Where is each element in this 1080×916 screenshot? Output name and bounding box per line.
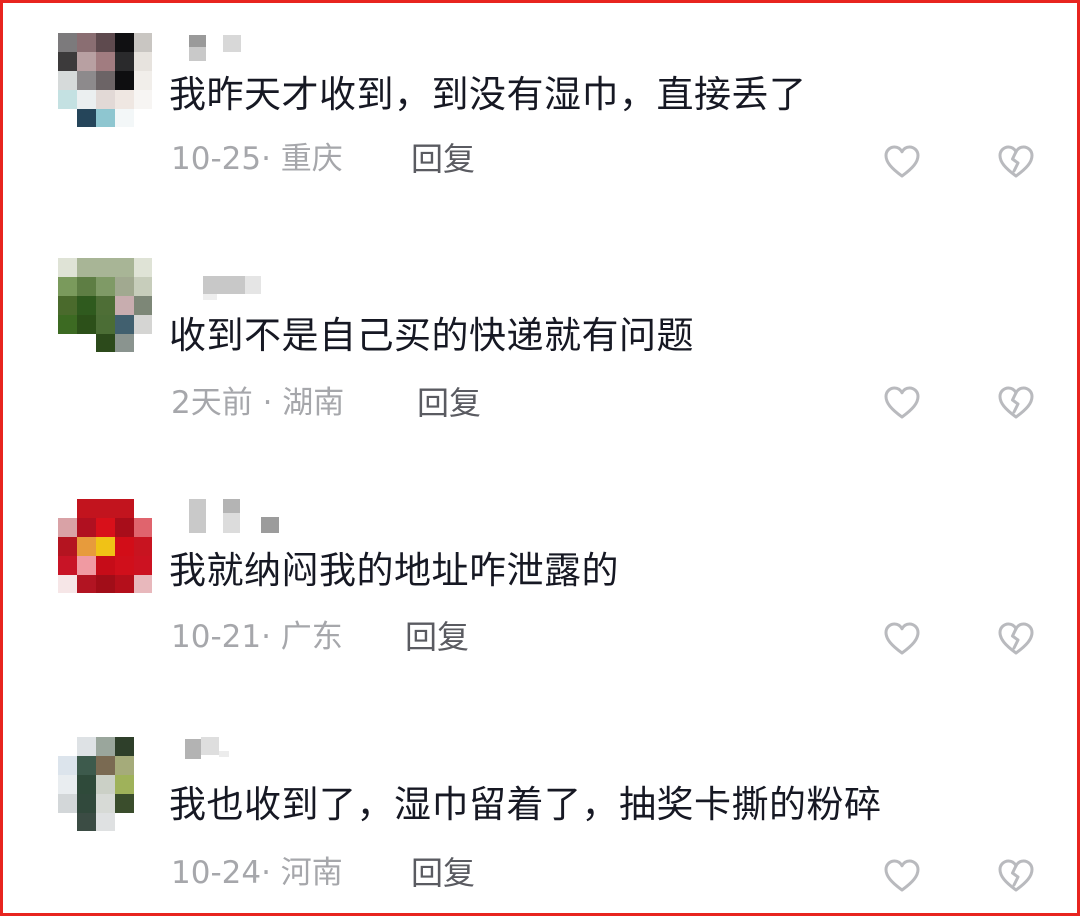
comment-item: 我昨天才收到，到没有湿巾，直接丢了 10-25· 重庆 回复 <box>3 3 1077 203</box>
avatar[interactable] <box>58 33 152 127</box>
username-blurred[interactable] <box>189 499 289 533</box>
broken-heart-icon <box>998 622 1034 655</box>
comment-item: 收到不是自己买的快递就有问题 2天前 · 湖南 回复 <box>3 240 1077 440</box>
dislike-button[interactable] <box>996 856 1036 896</box>
comment-item: 我也收到了，湿巾留着了，抽奖卡撕的粉碎 10-24· 河南 回复 <box>3 707 1077 907</box>
broken-heart-icon <box>998 145 1034 178</box>
reply-button[interactable]: 回复 <box>411 853 475 893</box>
like-button[interactable] <box>882 856 922 896</box>
comment-item: 我就纳闷我的地址咋泄露的 10-21· 广东 回复 <box>3 469 1077 669</box>
reply-button[interactable]: 回复 <box>417 383 481 423</box>
comment-text: 我就纳闷我的地址咋泄露的 <box>169 549 619 592</box>
avatar[interactable] <box>58 737 152 831</box>
heart-icon <box>884 386 920 419</box>
username-blurred[interactable] <box>203 276 303 306</box>
like-button[interactable] <box>882 383 922 423</box>
username-blurred[interactable] <box>185 737 285 767</box>
comment-text: 我也收到了，湿巾留着了，抽奖卡撕的粉碎 <box>169 783 882 826</box>
broken-heart-icon <box>998 386 1034 419</box>
heart-icon <box>884 622 920 655</box>
comment-text: 我昨天才收到，到没有湿巾，直接丢了 <box>169 73 807 116</box>
comment-section-frame: 我昨天才收到，到没有湿巾，直接丢了 10-25· 重庆 回复 收到不是自己买的快… <box>0 0 1080 916</box>
comment-meta: 10-24· 河南 <box>171 855 343 891</box>
like-button[interactable] <box>882 142 922 182</box>
comment-meta: 10-21· 广东 <box>171 619 343 655</box>
heart-icon <box>884 859 920 892</box>
avatar[interactable] <box>58 499 152 593</box>
avatar[interactable] <box>58 258 152 352</box>
dislike-button[interactable] <box>996 142 1036 182</box>
like-button[interactable] <box>882 619 922 659</box>
comment-text: 收到不是自己买的快递就有问题 <box>169 314 694 357</box>
broken-heart-icon <box>998 859 1034 892</box>
comment-meta: 2天前 · 湖南 <box>171 385 345 421</box>
username-blurred[interactable] <box>189 35 289 65</box>
dislike-button[interactable] <box>996 619 1036 659</box>
reply-button[interactable]: 回复 <box>405 617 469 657</box>
heart-icon <box>884 145 920 178</box>
dislike-button[interactable] <box>996 383 1036 423</box>
comment-meta: 10-25· 重庆 <box>171 141 343 177</box>
reply-button[interactable]: 回复 <box>411 139 475 179</box>
